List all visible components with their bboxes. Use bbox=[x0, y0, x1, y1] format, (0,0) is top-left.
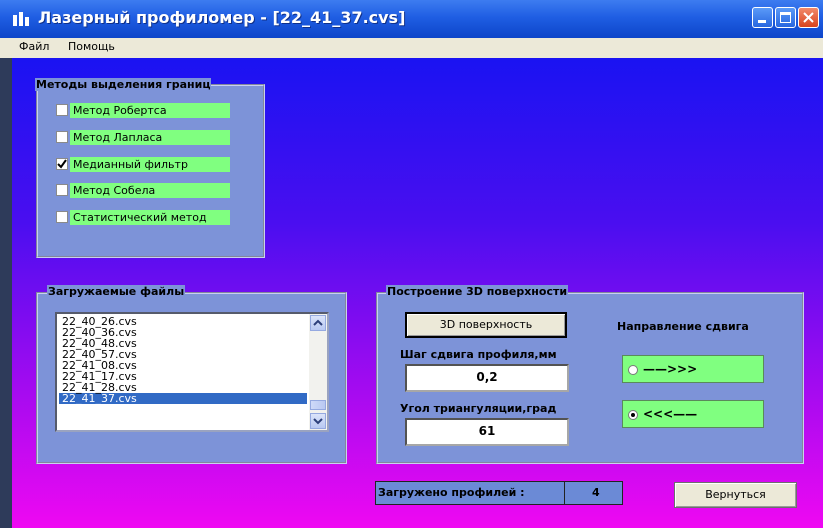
angle-field[interactable]: 61 bbox=[405, 418, 569, 446]
minimize-button[interactable] bbox=[752, 7, 773, 28]
build-3d-button[interactable]: 3D поверхность bbox=[405, 312, 567, 338]
checkbox-label: Метод Лапласа bbox=[70, 130, 230, 145]
maximize-icon bbox=[780, 12, 791, 23]
surface-legend: Построение 3D поверхности bbox=[386, 285, 569, 298]
angle-label: Угол триангуляции,град bbox=[400, 402, 557, 415]
back-button[interactable]: Вернуться bbox=[674, 482, 797, 508]
checkbox-box[interactable] bbox=[56, 131, 68, 143]
checkmark-icon bbox=[57, 159, 67, 169]
maximize-button[interactable] bbox=[775, 7, 796, 28]
step-label: Шаг сдвига профиля,мм bbox=[400, 348, 557, 361]
close-icon bbox=[803, 12, 814, 23]
scroll-up-button[interactable] bbox=[310, 315, 326, 331]
window-title: Лазерный профиломер - [22_41_37.cvs] bbox=[38, 8, 406, 27]
checkbox-label: Статистический метод bbox=[70, 210, 230, 225]
radio-forward-label: ——>>> bbox=[643, 362, 698, 376]
edge-methods-legend: Методы выделения границ bbox=[35, 78, 212, 91]
radio-forward[interactable]: ——>>> bbox=[622, 355, 764, 383]
loaded-status: Загружено профилей : 4 bbox=[375, 481, 623, 505]
chevron-down-icon bbox=[313, 418, 323, 425]
close-button[interactable] bbox=[798, 7, 819, 28]
status-divider bbox=[564, 482, 565, 504]
radio-dot bbox=[631, 413, 635, 417]
checkbox-label: Метод Робертса bbox=[70, 103, 230, 118]
menu-help[interactable]: Помощь bbox=[68, 40, 115, 53]
menu-file[interactable]: Файл bbox=[19, 40, 49, 53]
minimize-icon bbox=[758, 20, 766, 23]
checkbox-box[interactable] bbox=[56, 184, 68, 196]
files-listbox[interactable]: 22_40_26.cvs 22_40_36.cvs 22_40_48.cvs 2… bbox=[55, 312, 329, 432]
files-legend: Загружаемые файлы bbox=[47, 285, 186, 298]
loaded-count: 4 bbox=[592, 486, 600, 499]
files-scrollbar[interactable] bbox=[309, 314, 327, 430]
checkbox-label: Метод Собела bbox=[70, 183, 230, 198]
menu-bar bbox=[0, 38, 823, 58]
checkbox-label: Медианный фильтр bbox=[70, 157, 230, 172]
loaded-label: Загружено профилей : bbox=[378, 486, 525, 499]
checkbox-box[interactable] bbox=[56, 211, 68, 223]
radio-backward[interactable]: <<<—— bbox=[622, 400, 764, 428]
radio-button[interactable] bbox=[628, 365, 638, 375]
radio-backward-label: <<<—— bbox=[643, 407, 698, 421]
list-item-selected[interactable]: 22_41_37.cvs bbox=[59, 393, 307, 404]
step-field[interactable]: 0,2 bbox=[405, 364, 569, 392]
checkbox-box[interactable] bbox=[56, 104, 68, 116]
radio-button[interactable] bbox=[628, 410, 638, 420]
files-list: 22_40_26.cvs 22_40_36.cvs 22_40_48.cvs 2… bbox=[59, 316, 307, 404]
shift-direction-label: Направление сдвига bbox=[617, 320, 749, 333]
checkbox-box[interactable] bbox=[56, 158, 68, 170]
app-icon bbox=[12, 11, 32, 27]
scroll-down-button[interactable] bbox=[310, 413, 326, 429]
left-edge bbox=[0, 58, 12, 528]
scroll-thumb[interactable] bbox=[310, 400, 326, 410]
chevron-up-icon bbox=[313, 319, 323, 326]
